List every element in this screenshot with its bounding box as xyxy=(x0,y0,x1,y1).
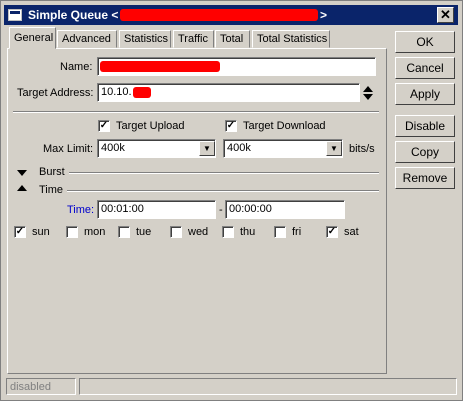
copy-button[interactable]: Copy xyxy=(395,141,455,163)
tab-general[interactable]: General xyxy=(9,27,56,49)
window-title: Simple Queue < xyxy=(28,8,119,22)
day-sat-checkbox[interactable]: ✓ xyxy=(326,226,338,238)
day-mon-label: mon xyxy=(84,226,106,238)
time-range-dash: - xyxy=(219,204,223,216)
tab-total-statistics[interactable]: Total Statistics xyxy=(252,30,330,48)
day-fri-label: fri xyxy=(292,226,302,238)
ok-button[interactable]: OK xyxy=(395,31,455,53)
name-field[interactable] xyxy=(97,57,376,76)
max-limit-download-value: 400k xyxy=(227,142,251,154)
target-address-value: 10.10. xyxy=(101,86,132,98)
cancel-button[interactable]: Cancel xyxy=(395,57,455,79)
name-redaction xyxy=(100,61,220,72)
window-icon xyxy=(8,9,22,21)
target-address-spinner-icon[interactable] xyxy=(363,85,373,101)
target-upload-checkbox[interactable]: ✓ xyxy=(98,120,110,132)
tab-label: Traffic xyxy=(178,33,208,45)
target-download-label: Target Download xyxy=(243,120,326,132)
day-sun-label: sun xyxy=(32,226,50,238)
max-limit-unit: bits/s xyxy=(349,143,375,155)
status-state: disabled xyxy=(6,378,76,395)
simple-queue-dialog: Simple Queue < > ✕ General Advanced Stat… xyxy=(0,0,463,401)
day-sat-label: sat xyxy=(344,226,359,238)
target-redaction xyxy=(133,87,151,98)
day-mon-checkbox[interactable] xyxy=(66,226,78,238)
day-tue-checkbox[interactable] xyxy=(118,226,130,238)
tab-statistics[interactable]: Statistics xyxy=(119,30,171,48)
chevron-down-icon[interactable]: ▼ xyxy=(326,141,342,156)
tab-label: Advanced xyxy=(62,33,111,45)
time-label: Time: xyxy=(67,204,95,216)
burst-divider xyxy=(69,172,379,174)
title-redaction xyxy=(120,9,318,21)
chevron-down-icon[interactable]: ▼ xyxy=(199,141,215,156)
time-section-label[interactable]: Time xyxy=(39,184,63,196)
status-message xyxy=(79,378,457,395)
day-thu-checkbox[interactable] xyxy=(222,226,234,238)
tab-total[interactable]: Total xyxy=(215,30,250,48)
disable-button[interactable]: Disable xyxy=(395,115,455,137)
max-limit-upload-value: 400k xyxy=(101,142,125,154)
day-tue-label: tue xyxy=(136,226,152,238)
close-icon: ✕ xyxy=(440,7,451,22)
close-button[interactable]: ✕ xyxy=(437,7,454,23)
window-title-suffix: > xyxy=(320,8,328,22)
time-end-value: 00:00:00 xyxy=(229,203,272,215)
remove-button[interactable]: Remove xyxy=(395,167,455,189)
time-start-field[interactable]: 00:01:00 xyxy=(97,200,216,219)
day-sun-checkbox[interactable]: ✓ xyxy=(14,226,26,238)
tab-label: General xyxy=(14,32,54,44)
tab-label: Statistics xyxy=(124,33,169,45)
day-thu-label: thu xyxy=(240,226,256,238)
max-limit-download-select[interactable]: 400k xyxy=(223,139,343,158)
divider xyxy=(13,111,379,113)
name-label: Name: xyxy=(60,61,93,73)
day-fri-checkbox[interactable] xyxy=(274,226,286,238)
title-bar[interactable]: Simple Queue < > xyxy=(4,5,458,25)
tab-label: Total Statistics xyxy=(257,33,328,45)
target-address-field[interactable]: 10.10. xyxy=(97,83,360,102)
day-wed-label: wed xyxy=(188,226,209,238)
time-divider xyxy=(67,190,379,192)
time-start-value: 00:01:00 xyxy=(101,203,144,215)
burst-expand-icon[interactable] xyxy=(17,170,27,176)
target-download-checkbox[interactable]: ✓ xyxy=(225,120,237,132)
target-address-label: Target Address: xyxy=(17,87,94,99)
day-wed-checkbox[interactable] xyxy=(170,226,182,238)
time-end-field[interactable]: 00:00:00 xyxy=(225,200,345,219)
tab-label: Total xyxy=(220,33,244,45)
target-upload-label: Target Upload xyxy=(116,120,185,132)
apply-button[interactable]: Apply xyxy=(395,83,455,105)
tab-advanced[interactable]: Advanced xyxy=(57,30,117,48)
burst-section-label[interactable]: Burst xyxy=(39,166,65,178)
max-limit-label: Max Limit: xyxy=(43,143,94,155)
time-collapse-icon[interactable] xyxy=(17,185,27,191)
tab-traffic[interactable]: Traffic xyxy=(173,30,214,48)
